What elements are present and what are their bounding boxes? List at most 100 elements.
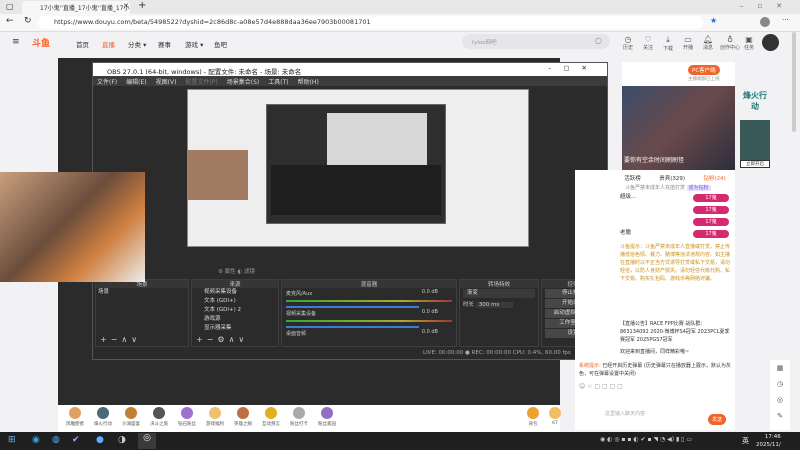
nav-home[interactable]: 首页 [76, 39, 89, 49]
menu-icon[interactable]: ≡ [12, 37, 20, 47]
chat-panel: 活跃榜 贵宾(329) 钻粉(24) 斗鱼严禁未成年人充值打赏 成为钻粉 超级… 17… [575, 170, 735, 430]
broadcast-icon: ▭ [684, 35, 692, 44]
source-item[interactable]: 视频采集设备 [192, 288, 278, 297]
fan-row[interactable]: 超级… 17鬼 [575, 192, 735, 204]
scene-buttons[interactable]: +−∧∨ [100, 335, 141, 344]
transitions-dock: 转场特效 渐变 时长 300 ms [459, 279, 539, 347]
messages-button[interactable]: 🔔︎ 消息 [700, 35, 716, 51]
obs-window-controls[interactable]: –▢✕ [548, 64, 599, 72]
profile-avatar[interactable] [760, 17, 770, 27]
send-button[interactable]: 发送 [708, 414, 727, 425]
app-icon[interactable]: ● [96, 435, 104, 445]
pc-client-button[interactable]: PC客户端 [688, 65, 720, 75]
gift-item[interactable]: 粉丝家园 [314, 407, 340, 427]
gift-item[interactable]: 烽火行动 [90, 407, 116, 427]
gift-item[interactable]: 沙滩盛宴 [118, 407, 144, 427]
nav-category[interactable]: 分类 ▾ [128, 39, 146, 49]
gift-item[interactable]: 决斗之旅 [146, 407, 172, 427]
fan-row[interactable]: 老撒 17鬼 [575, 228, 735, 240]
game-banner[interactable]: 要你有空余时间刷刷怪 [622, 86, 735, 170]
menu-file[interactable]: 文件(F) [97, 79, 117, 86]
gift-bar: 风雕使者 烽火行动 沙滩盛宴 决斗之旅 钻石粉丝 游戏福利 英雄之眼 互动预言 … [58, 405, 561, 432]
chat-tabs: 活跃榜 贵宾(329) 钻粉(24) [575, 170, 735, 182]
url-field[interactable]: https://www.douyu.com/beta/5498522?dyshi… [38, 16, 703, 29]
fan-row[interactable]: 17鬼 [575, 204, 735, 216]
gift-item[interactable]: 游戏福利 [202, 407, 228, 427]
duration-input[interactable]: 300 ms [475, 302, 514, 308]
new-tab-icon[interactable]: + [138, 0, 146, 11]
app-icon[interactable]: ◑ [118, 435, 126, 445]
gift-item[interactable]: 钻石粉丝 [174, 407, 200, 427]
nav-events[interactable]: 赛事 [158, 39, 171, 49]
menu-scene-collection[interactable]: 场景集合(S) [227, 79, 260, 86]
mixer-channel[interactable]: 桌面音频 0.0 dB [282, 328, 456, 344]
browser-tab[interactable]: 17小鬼''直播_17小鬼''直播_17小 [22, 1, 130, 14]
preview-properties-buttons[interactable]: ⚙ 属性 ◐ 滤镜 [218, 267, 255, 275]
nav-fishbar[interactable]: 鱼吧 [214, 39, 227, 49]
more-icon[interactable]: ··· [782, 16, 789, 24]
mixer-channel[interactable]: 视频采集设备 0.0 dB [282, 308, 456, 328]
fan-row[interactable]: 17鬼 [575, 216, 735, 228]
gift-item[interactable]: 粉丝打卡 [286, 407, 312, 427]
source-item[interactable]: 文本 (GDI+) 2 [192, 306, 278, 315]
user-avatar[interactable] [762, 34, 779, 51]
source-item[interactable]: 游戏源 [192, 315, 278, 324]
obs-preview[interactable] [187, 89, 529, 247]
nested-preview [266, 104, 446, 224]
search-icon[interactable]: ○ [595, 36, 602, 45]
app-icon[interactable]: ◍ [52, 435, 60, 445]
chat-toolbar-icons[interactable]: ☺ ☆ ▢ ▢ ▢ ▢ [579, 383, 623, 390]
tab-diamond-fans[interactable]: 钻粉(24) [703, 174, 725, 182]
tab-active-rank[interactable]: 活跃榜 [624, 174, 641, 182]
reload-icon[interactable]: ↻ [24, 16, 32, 26]
window-controls[interactable]: –▫✕ [740, 2, 796, 10]
page-scrollbar[interactable] [792, 32, 796, 132]
back-icon[interactable]: ← [6, 16, 14, 26]
mixer-channel[interactable]: 麦克风/Aux 0.0 dB [282, 288, 456, 308]
input-language[interactable]: 英 [742, 436, 749, 446]
follow-button[interactable]: ♡ 关注 [640, 35, 656, 51]
menu-view[interactable]: 视图(V) [156, 79, 177, 86]
menu-profile[interactable]: 配置文件(P) [185, 79, 217, 86]
fish-ball-count[interactable]: 67 [542, 407, 568, 426]
obs-title-bar: OBS 27.0.1 (64-bit, windows) - 配置文件: 未命名… [93, 63, 607, 76]
start-icon[interactable]: ⊞ [8, 435, 16, 445]
source-item[interactable]: 显示器采集 [192, 324, 278, 333]
ad-column[interactable]: 烽火行动 立即开启 [740, 90, 770, 185]
steam-icon[interactable]: ✔ [72, 435, 80, 445]
edge-icon[interactable]: ◉ [32, 435, 40, 445]
clock[interactable]: 17:46 2025/11/ [756, 433, 781, 449]
tab-actions-icon[interactable]: ▢ [6, 2, 14, 11]
gift-item[interactable]: 英雄之眼 [230, 407, 256, 427]
douyu-logo[interactable]: 斗鱼 [32, 36, 50, 49]
menu-edit[interactable]: 编辑(E) [126, 79, 146, 86]
favorite-star-icon[interactable]: ★ [710, 16, 717, 25]
download-button[interactable]: ⤓ 下载 [660, 35, 676, 52]
search-input[interactable]: tyloo网吧 ○ [462, 34, 610, 49]
source-buttons[interactable]: +−⚙∧∨ [196, 335, 248, 344]
menu-help[interactable]: 帮助(H) [298, 79, 319, 86]
transition-select[interactable]: 渐变 [463, 289, 535, 298]
history-button[interactable]: ◷ 历史 [620, 35, 636, 51]
become-fan-button[interactable]: 成为钻粉 [686, 185, 711, 191]
close-tab-icon[interactable]: ✕ [123, 2, 129, 10]
menu-tools[interactable]: 工具(T) [268, 79, 288, 86]
scene-item[interactable]: 场景 [96, 288, 188, 297]
chat-input[interactable]: 这里输入聊天内容 [605, 410, 645, 417]
history-icon: ◷ [624, 35, 632, 44]
obs-taskbar-icon[interactable]: ◎ [138, 433, 156, 449]
broadcast-button[interactable]: ▭ 开播 [680, 35, 696, 51]
sources-dock: 来源 视频采集设备 文本 (GDI+) 文本 (GDI+) 2 游戏源 显示器采… [191, 279, 279, 347]
gift-item[interactable]: 互动预言 [258, 407, 284, 427]
right-tool-sidebar[interactable]: ▦ ◷ ◎ ✎ [770, 360, 790, 430]
gift-item[interactable]: 风雕使者 [62, 407, 88, 427]
creator-center-button[interactable]: ♁ 创作中心 [718, 35, 742, 51]
source-item[interactable]: 文本 (GDI+) [192, 297, 278, 306]
nav-live[interactable]: 直播 [102, 39, 115, 49]
welcome-message: 欢迎来到直播间，同样精彩哦~ [620, 349, 690, 355]
tab-vip[interactable]: 贵宾(329) [659, 174, 685, 182]
tasks-button[interactable]: ▣ 任务 [741, 35, 757, 51]
browser-tab-bar: ▢ 17小鬼''直播_17小鬼''直播_17小 ✕ + –▫✕ [0, 0, 800, 14]
nav-games[interactable]: 游戏 ▾ [185, 39, 203, 49]
system-tray[interactable]: ◉ ◐ ◎ ▪ ▪ ◐ ✔ ▪ ◥ ◔ ◀) ▮ ▯ ▭ [600, 436, 692, 443]
